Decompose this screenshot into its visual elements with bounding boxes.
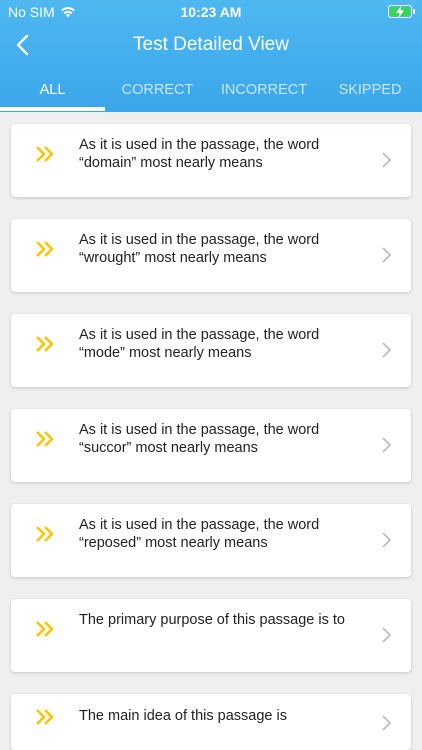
chevron-right-icon: [382, 627, 392, 643]
page-title: Test Detailed View: [133, 34, 289, 55]
chevron-right-icon: [382, 247, 392, 263]
question-card[interactable]: The primary purpose of this passage is t…: [11, 599, 411, 672]
tab-skipped[interactable]: SKIPPED: [318, 78, 422, 112]
status-time: 10:23 AM: [180, 4, 242, 20]
question-text: As it is used in the passage, the word “…: [79, 517, 320, 551]
double-chevron-right-icon: [36, 431, 54, 447]
double-chevron-right-icon: [36, 241, 54, 257]
app-header: No SIM 10:23 AM Test Detailed View ALL C…: [0, 0, 422, 112]
tab-correct[interactable]: CORRECT: [105, 78, 210, 112]
filter-tabs: ALL CORRECT INCORRECT SKIPPED: [0, 78, 422, 112]
tab-incorrect[interactable]: INCORRECT: [210, 78, 318, 112]
question-text: As it is used in the passage, the word “…: [79, 137, 320, 171]
question-list: As it is used in the passage, the word “…: [0, 112, 422, 750]
status-bar: No SIM 10:23 AM: [0, 0, 422, 24]
double-chevron-right-icon: [36, 336, 54, 352]
question-card[interactable]: As it is used in the passage, the word “…: [11, 409, 411, 482]
double-chevron-right-icon: [36, 621, 54, 637]
chevron-right-icon: [382, 437, 392, 453]
double-chevron-right-icon: [36, 146, 54, 162]
chevron-right-icon: [382, 715, 392, 731]
chevron-right-icon: [382, 342, 392, 358]
question-card[interactable]: As it is used in the passage, the word “…: [11, 219, 411, 292]
double-chevron-right-icon: [36, 526, 54, 542]
question-card[interactable]: As it is used in the passage, the word “…: [11, 314, 411, 387]
question-text: As it is used in the passage, the word “…: [79, 327, 320, 361]
question-text: As it is used in the passage, the word “…: [79, 232, 320, 266]
active-tab-indicator: [0, 107, 105, 111]
charging-bolt-icon: [396, 6, 404, 18]
battery-icon: [388, 5, 415, 18]
chevron-right-icon: [382, 532, 392, 548]
question-text: The main idea of this passage is: [79, 708, 287, 724]
question-card[interactable]: As it is used in the passage, the word “…: [11, 124, 411, 197]
question-text: The primary purpose of this passage is t…: [79, 612, 345, 628]
chevron-right-icon: [382, 152, 392, 168]
double-chevron-right-icon: [36, 709, 54, 725]
question-card[interactable]: As it is used in the passage, the word “…: [11, 504, 411, 577]
question-text: As it is used in the passage, the word “…: [79, 422, 320, 456]
question-card[interactable]: The main idea of this passage is: [11, 694, 411, 750]
